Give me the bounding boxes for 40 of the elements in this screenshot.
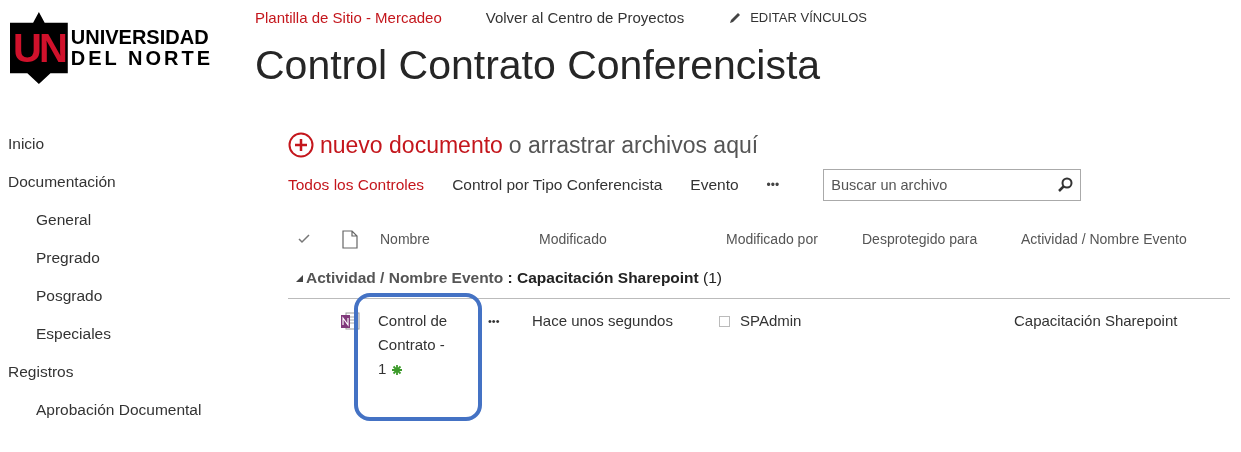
top-link[interactable]: Plantilla de Sitio - Mercadeo — [255, 6, 442, 30]
nav-link[interactable]: Especiales — [8, 315, 288, 353]
nav-link[interactable]: Pregrado — [8, 239, 288, 277]
document-icon — [342, 229, 358, 249]
drag-hint: o arrastrar archivos aquí — [508, 130, 759, 160]
modified-by-link[interactable]: SPAdmin — [740, 309, 1014, 333]
plus-circle-icon — [288, 132, 314, 158]
view-tab[interactable]: Control por Tipo Conferencista — [452, 173, 663, 197]
checkmark-icon — [298, 234, 310, 244]
nav-link[interactable]: Posgrado — [8, 277, 288, 315]
column-header[interactable]: Desprotegido para — [862, 228, 1021, 250]
column-header[interactable]: Modificado — [539, 228, 726, 250]
file-name-link[interactable]: Control de Contrato - 1 — [378, 309, 448, 381]
search-icon[interactable] — [1057, 177, 1074, 193]
item-menu-button[interactable]: ••• — [488, 309, 532, 333]
column-header[interactable]: Actividad / Nombre Evento — [1021, 228, 1187, 250]
search-field[interactable]: Buscar un archivo — [823, 169, 1082, 201]
group-heading[interactable]: Actividad / Nombre Evento : Capacitación Sharepoint (1) — [306, 266, 722, 290]
nav-link[interactable]: Documentación — [8, 163, 288, 201]
nav-link[interactable]: Inicio — [8, 125, 288, 163]
nav-link[interactable]: Registros — [8, 353, 288, 391]
presence-checkbox[interactable] — [719, 316, 730, 327]
activity-cell-text: Capacitación Sharepoint — [1014, 311, 1178, 331]
logo-mark: UN — [13, 25, 65, 72]
view-tab[interactable]: Todos los Controles — [288, 173, 425, 197]
nav-link[interactable]: Aprobación Documental — [8, 391, 288, 429]
more-views-button[interactable]: ••• — [766, 176, 780, 194]
column-header[interactable]: Modificado por — [726, 228, 862, 250]
nav-link[interactable]: General — [8, 201, 288, 239]
view-tab[interactable]: Evento — [690, 173, 739, 197]
page-title: Control Contrato Conferencista — [255, 41, 822, 90]
onenote-file-icon — [340, 312, 360, 330]
edit-links-button[interactable]: EDITAR VÍNCULOS — [728, 8, 867, 28]
logo-text: UNIVERSIDAD — [70, 27, 210, 48]
logo-text: DEL NORTE — [70, 48, 213, 69]
new-document-button[interactable]: nuevo documento — [288, 127, 503, 163]
modified-cell-text: Hace unos segundos — [532, 311, 674, 331]
top-link[interactable]: Volver al Centro de Proyectos — [485, 6, 685, 30]
pencil-icon — [728, 11, 743, 25]
column-header[interactable]: Nombre — [380, 228, 539, 250]
